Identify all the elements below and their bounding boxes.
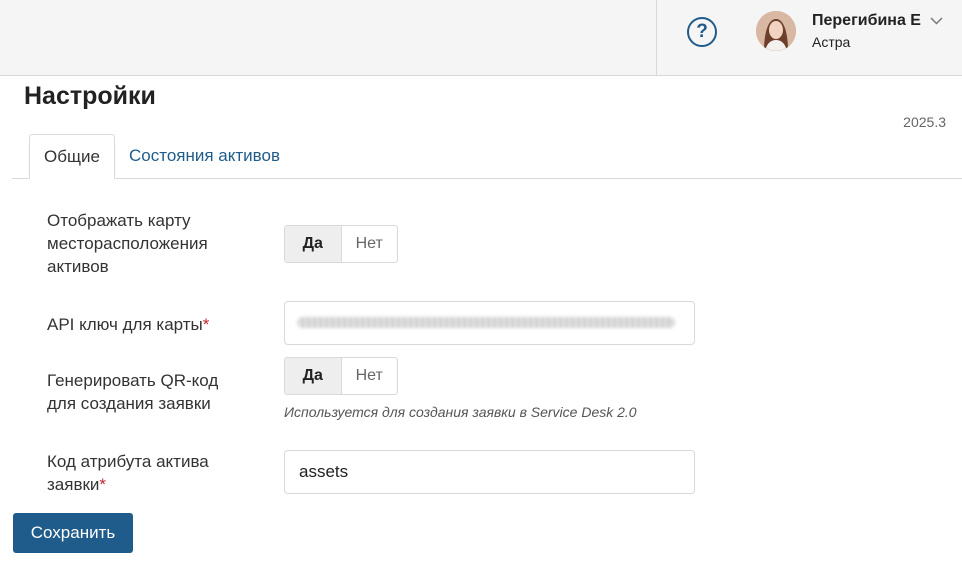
top-bar: ? Перегибина Е Астра — [0, 0, 962, 76]
user-org: Астра — [812, 34, 851, 50]
api-key-label-text: API ключ для карты — [47, 315, 203, 334]
required-mark: * — [99, 475, 107, 494]
redacted-value — [297, 317, 675, 328]
tab-general[interactable]: Общие — [29, 134, 115, 179]
tabs-bar: Общие Состояния активов — [12, 134, 962, 179]
qr-code-label: Генерировать QR-код для создания заявки — [47, 369, 247, 415]
page-title: Настройки — [24, 82, 156, 110]
map-display-no[interactable]: Нет — [342, 226, 398, 262]
help-icon[interactable]: ? — [687, 17, 717, 47]
required-mark: * — [202, 315, 210, 334]
map-display-label-text: Отображать карту месторасположения актив… — [47, 211, 208, 276]
api-key-label: API ключ для карты* — [47, 313, 209, 336]
asset-attr-label: Код атрибута актива заявки* — [47, 450, 247, 496]
avatar[interactable] — [756, 11, 796, 51]
api-key-input[interactable] — [284, 301, 695, 345]
qr-code-yes[interactable]: Да — [285, 358, 342, 394]
tab-asset-states[interactable]: Состояния активов — [115, 134, 294, 178]
map-display-yes[interactable]: Да — [285, 226, 342, 262]
topbar-divider — [656, 0, 657, 75]
map-display-label: Отображать карту месторасположения актив… — [47, 209, 247, 278]
user-name[interactable]: Перегибина Е — [812, 12, 921, 30]
asset-attr-input[interactable]: assets — [284, 450, 695, 494]
asset-attr-label-text: Код атрибута актива заявки — [47, 452, 209, 494]
version-label: 2025.3 — [903, 114, 946, 130]
qr-code-label-text: Генерировать QR-код для создания заявки — [47, 371, 219, 413]
chevron-down-icon[interactable] — [930, 16, 943, 26]
qr-code-hint: Используется для создания заявки в Servi… — [284, 404, 637, 420]
qr-code-no[interactable]: Нет — [342, 358, 398, 394]
avatar-image — [756, 11, 796, 51]
save-button[interactable]: Сохранить — [13, 513, 133, 553]
qr-code-toggle[interactable]: Да Нет — [284, 357, 398, 395]
map-display-toggle[interactable]: Да Нет — [284, 225, 398, 263]
